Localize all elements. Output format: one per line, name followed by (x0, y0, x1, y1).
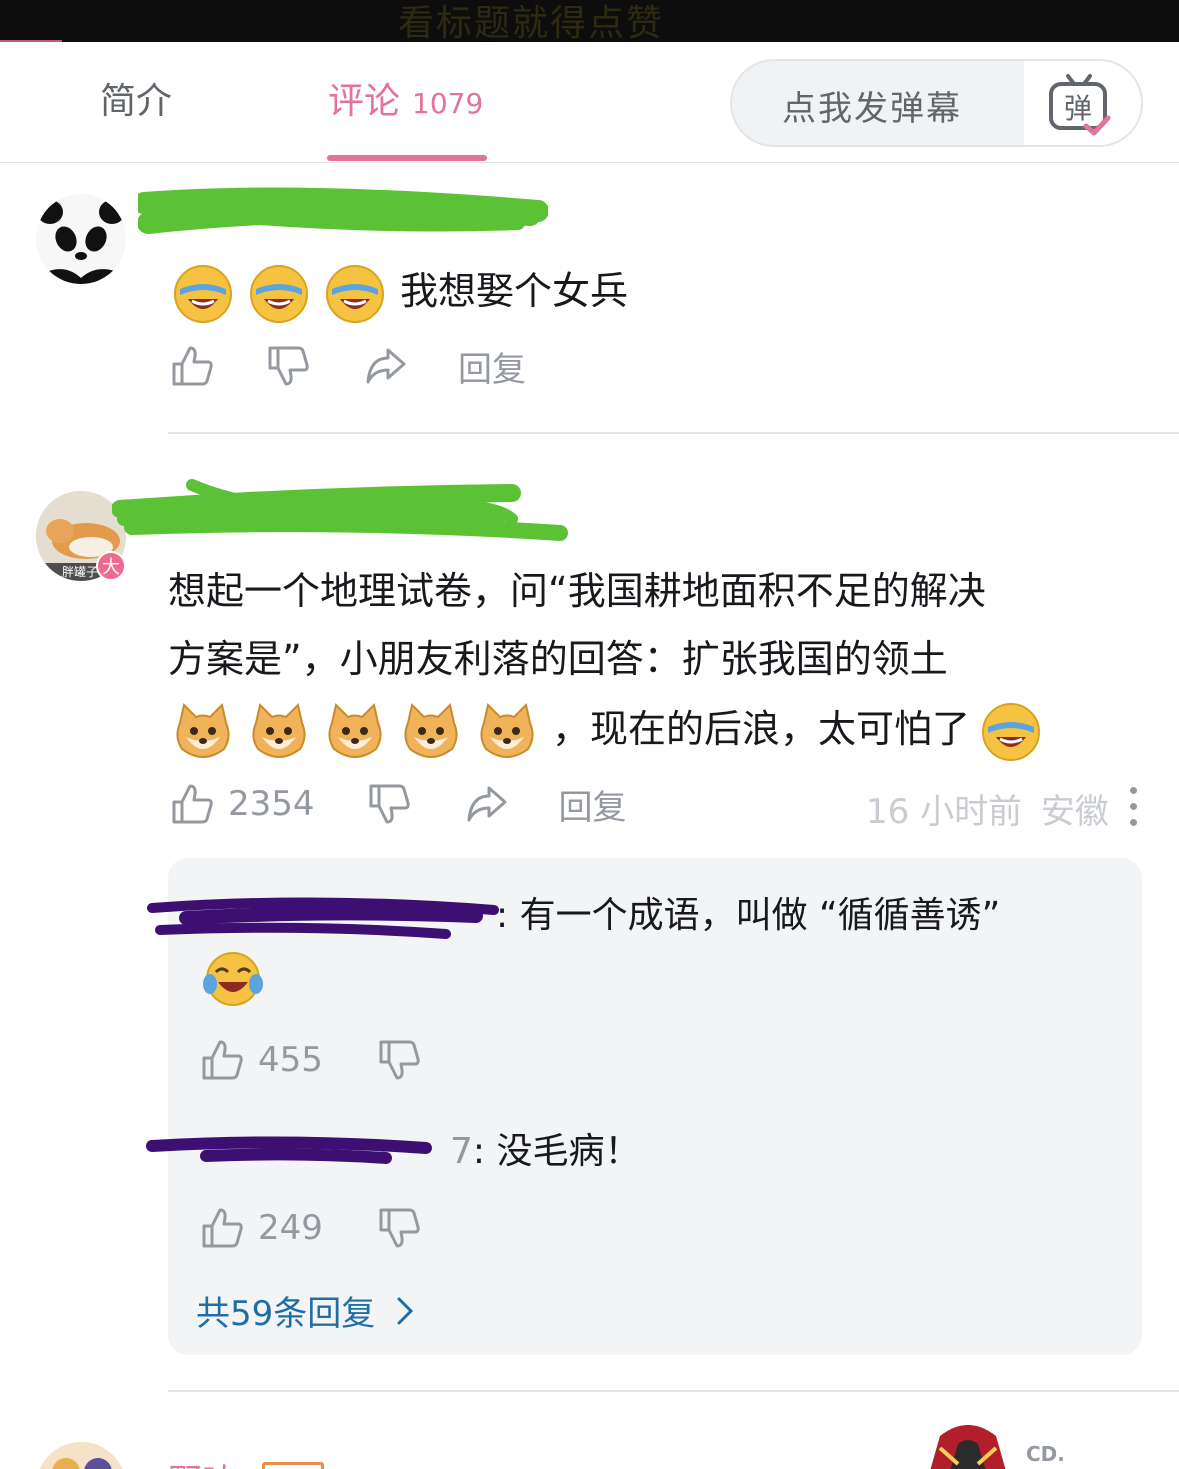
comment-item: 野味 CD. (0, 1392, 1179, 1469)
video-subtitle: 看标题就得点赞 (398, 3, 665, 42)
avatar[interactable] (36, 194, 126, 284)
laughing-emoji (174, 264, 232, 323)
dislike-button[interactable] (377, 1038, 421, 1082)
tab-comments-label: 评论 (328, 81, 401, 122)
reply-actions: 249 (200, 1206, 421, 1250)
tab-intro[interactable]: 简介 (100, 80, 172, 124)
share-button[interactable] (465, 782, 509, 826)
decoration-pendant-image (930, 1425, 1006, 1469)
like-count: 2354 (228, 784, 315, 824)
redacted-username-scribble (147, 897, 499, 939)
comment-text-line: ，现在的后浪，太可怕了 (172, 695, 1056, 763)
anime-avatar-image (36, 1442, 126, 1469)
redacted-username-scribble (146, 1136, 432, 1164)
danmaku-input[interactable]: 点我发弹幕 弹 (730, 59, 1143, 147)
replies-total: 共59条回复 (196, 1294, 376, 1334)
doge-emoji (176, 702, 230, 758)
like-button[interactable] (170, 344, 214, 388)
thumb-down-icon (268, 346, 309, 386)
laughing-emoji (326, 264, 384, 323)
comment-count: 1079 (412, 87, 484, 120)
thumb-down-icon (379, 1040, 420, 1080)
like-count: 455 (258, 1040, 323, 1080)
comment-location: 安徽 (1040, 792, 1109, 832)
doge-emoji (404, 702, 458, 758)
tab-comments[interactable]: 评论 1079 (328, 80, 483, 126)
tab-intro-label: 简介 (100, 81, 173, 122)
video-player-strip[interactable]: 看标题就得点赞 (0, 0, 1179, 42)
username[interactable]: 野味 (168, 1454, 236, 1469)
panda-avatar-image (36, 194, 126, 284)
svg-text:弹: 弹 (1064, 92, 1092, 125)
thumb-up-icon (202, 1208, 243, 1248)
reply-button[interactable]: 回复 (458, 342, 526, 391)
redacted-username-scribble (138, 187, 548, 234)
share-button[interactable] (364, 344, 408, 388)
comment-body-tail: ，现在的后浪，太可怕了 (552, 707, 971, 751)
danmaku-toggle-button[interactable]: 弹 (1024, 61, 1141, 145)
active-tab-indicator (327, 155, 487, 161)
doge-emoji (252, 702, 306, 758)
comment-text-line: 想起一个地理试卷，问“我国耕地面积不足的解决 (168, 569, 986, 613)
reply-preview-box[interactable]: : 有一个成语，叫做 “循循善诱” 455 7: 没毛病！ 249 共59条回复 (146, 858, 1142, 1355)
level-badge (262, 1462, 324, 1469)
comment-body: 我想娶个女兵 (400, 269, 629, 313)
view-all-replies-link[interactable]: 共59条回复 (196, 1286, 417, 1335)
decoration-label: CD. (1026, 1442, 1065, 1466)
comment-meta: 16 小时前 安徽 (866, 784, 1109, 833)
thumb-down-icon (379, 1208, 420, 1248)
dislike-button[interactable] (377, 1206, 421, 1250)
share-icon (366, 348, 406, 384)
comment-text: 我想娶个女兵 (172, 257, 628, 325)
svg-text:胖罐子: 胖罐子 (62, 565, 98, 579)
doge-emoji (480, 702, 534, 758)
share-icon (467, 786, 507, 822)
thumb-up-icon (172, 784, 213, 824)
danmaku-tv-icon: 弹 (1049, 74, 1111, 136)
more-dots-icon[interactable] (1130, 787, 1138, 835)
thumb-down-icon (369, 784, 410, 824)
laughing-emoji (982, 702, 1041, 761)
reply-button[interactable]: 回复 (559, 780, 627, 829)
danmaku-placeholder: 点我发弹幕 (782, 89, 962, 129)
chevron-right-icon (397, 1297, 414, 1324)
comment-actions: 回复 (170, 342, 526, 391)
reply-label: 回复 (458, 349, 526, 390)
comment-item: 胖罐子 大 想起一个地理试卷，问“我国耕地面积不足的解决 方案是”，小朋友利落的… (0, 435, 1179, 1392)
comment-actions: 2354 回复 (170, 780, 627, 829)
comment-text-line: 方案是”，小朋友利落的回答：扩张我国的领土 (168, 637, 948, 681)
like-button[interactable]: 455 (200, 1038, 323, 1082)
redacted-username-scribble (112, 479, 568, 541)
reply-username-tail: 7 (450, 1131, 473, 1172)
vip-badge: 大 (96, 551, 126, 581)
like-button[interactable]: 249 (200, 1206, 323, 1250)
dislike-button[interactable] (367, 782, 411, 826)
avatar[interactable] (36, 1442, 126, 1469)
divider (168, 432, 1179, 434)
reply-label: 回复 (558, 787, 627, 828)
thumb-up-icon (172, 346, 213, 386)
like-count: 249 (258, 1208, 323, 1248)
reply-body: : 没毛病！ (472, 1131, 641, 1172)
comment-item: 我想娶个女兵 回复 (0, 163, 1179, 435)
reply-actions: 455 (200, 1038, 421, 1082)
laughing-emoji (250, 264, 308, 323)
comment-time: 16 小时前 (866, 792, 1023, 832)
reply-body: : 有一个成语，叫做 “循循善诱” (496, 895, 1001, 936)
tab-bar: 简介 评论 1079 点我发弹幕 弹 (0, 42, 1179, 163)
doge-emoji (328, 702, 382, 758)
dislike-button[interactable] (266, 344, 310, 388)
thumb-up-icon (202, 1040, 243, 1080)
like-button[interactable]: 2354 (170, 782, 315, 826)
tears-of-joy-emoji (203, 952, 263, 1006)
